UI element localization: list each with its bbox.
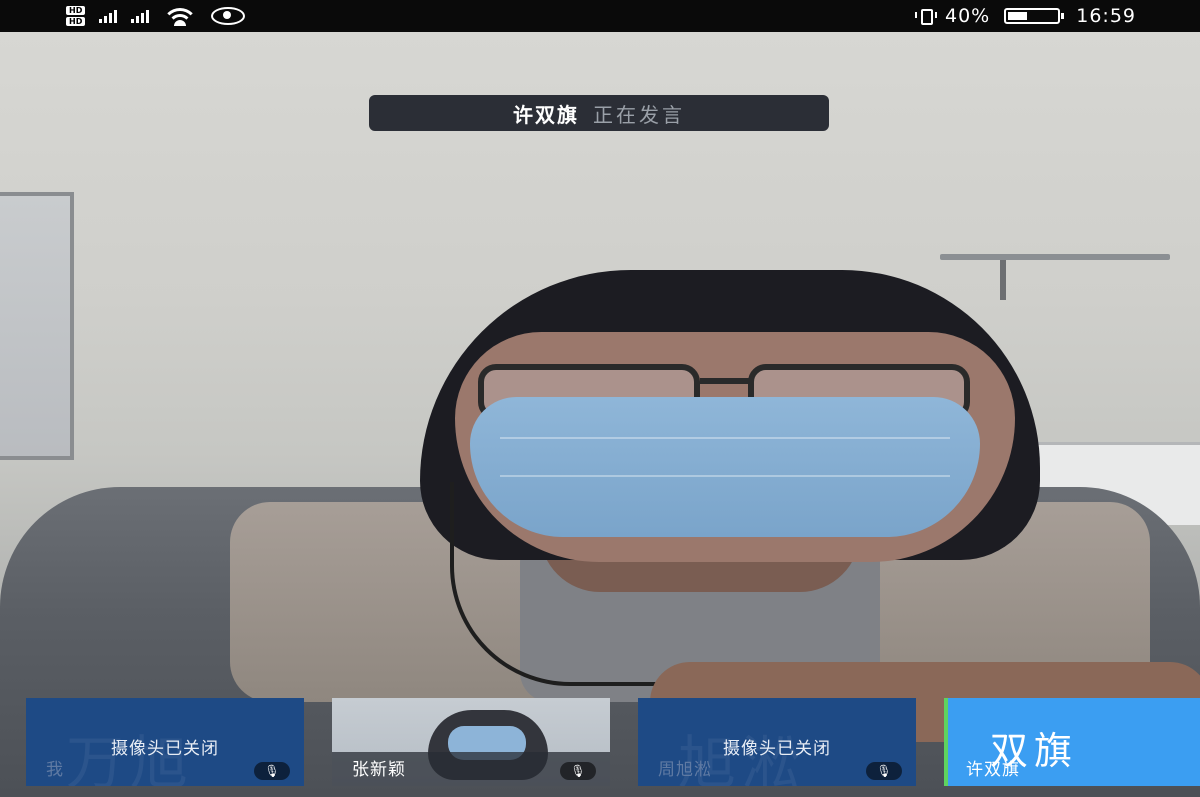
speaker-status: 正在发言 <box>593 102 685 127</box>
participant-strip: 万旭 摄像头已关闭 我 🎙 张新颖 🎙 旭淞 摄像头已关闭 周旭淞 🎙 双旗 许… <box>0 698 1200 790</box>
hd-badge: HD <box>66 17 86 26</box>
status-bar-right: 40% 16:59 <box>915 4 1136 28</box>
speaker-name: 许双旗 <box>513 102 579 127</box>
wifi-icon <box>163 6 198 26</box>
status-bar: HD HD 40% 16:59 <box>0 0 1200 32</box>
mic-muted-icon[interactable]: 🎙 <box>866 762 902 780</box>
mic-muted-icon[interactable]: 🎙 <box>560 762 596 780</box>
participant-tile-zhou[interactable]: 旭淞 摄像头已关闭 周旭淞 🎙 <box>638 698 916 786</box>
participant-tile-zhang[interactable]: 张新颖 🎙 <box>332 698 610 786</box>
background-window <box>0 192 74 460</box>
battery-icon <box>1004 8 1065 24</box>
main-video-feed[interactable] <box>0 32 1200 797</box>
hd-indicators: HD HD <box>66 6 86 26</box>
signal-icon <box>131 9 150 23</box>
battery-fill <box>1008 12 1028 20</box>
ceiling-fixture <box>940 254 1170 260</box>
participant-name: 我 <box>46 760 64 780</box>
participant-name: 许双旗 <box>966 760 1020 780</box>
mic-muted-icon[interactable]: 🎙 <box>254 762 290 780</box>
eye-icon <box>211 7 246 25</box>
clock: 16:59 <box>1076 5 1136 27</box>
participant-name: 张新颖 <box>352 760 406 780</box>
active-speaker-banner: 许双旗 正在发言 <box>369 95 829 131</box>
earphone-cable <box>450 482 754 686</box>
camera-off-message: 摄像头已关闭 <box>111 739 219 759</box>
participant-tile-me[interactable]: 万旭 摄像头已关闭 我 🎙 <box>26 698 304 786</box>
participant-name: 周旭淞 <box>658 760 712 780</box>
signal-icon <box>99 9 118 23</box>
participant-tile-xu-active[interactable]: 双旗 许双旗 <box>944 698 1200 786</box>
vibrate-icon <box>915 8 937 25</box>
hd-badge: HD <box>66 6 86 15</box>
battery-percent: 40% <box>945 5 991 27</box>
status-bar-left: HD HD <box>66 4 246 28</box>
ceiling-fan <box>1000 260 1006 300</box>
